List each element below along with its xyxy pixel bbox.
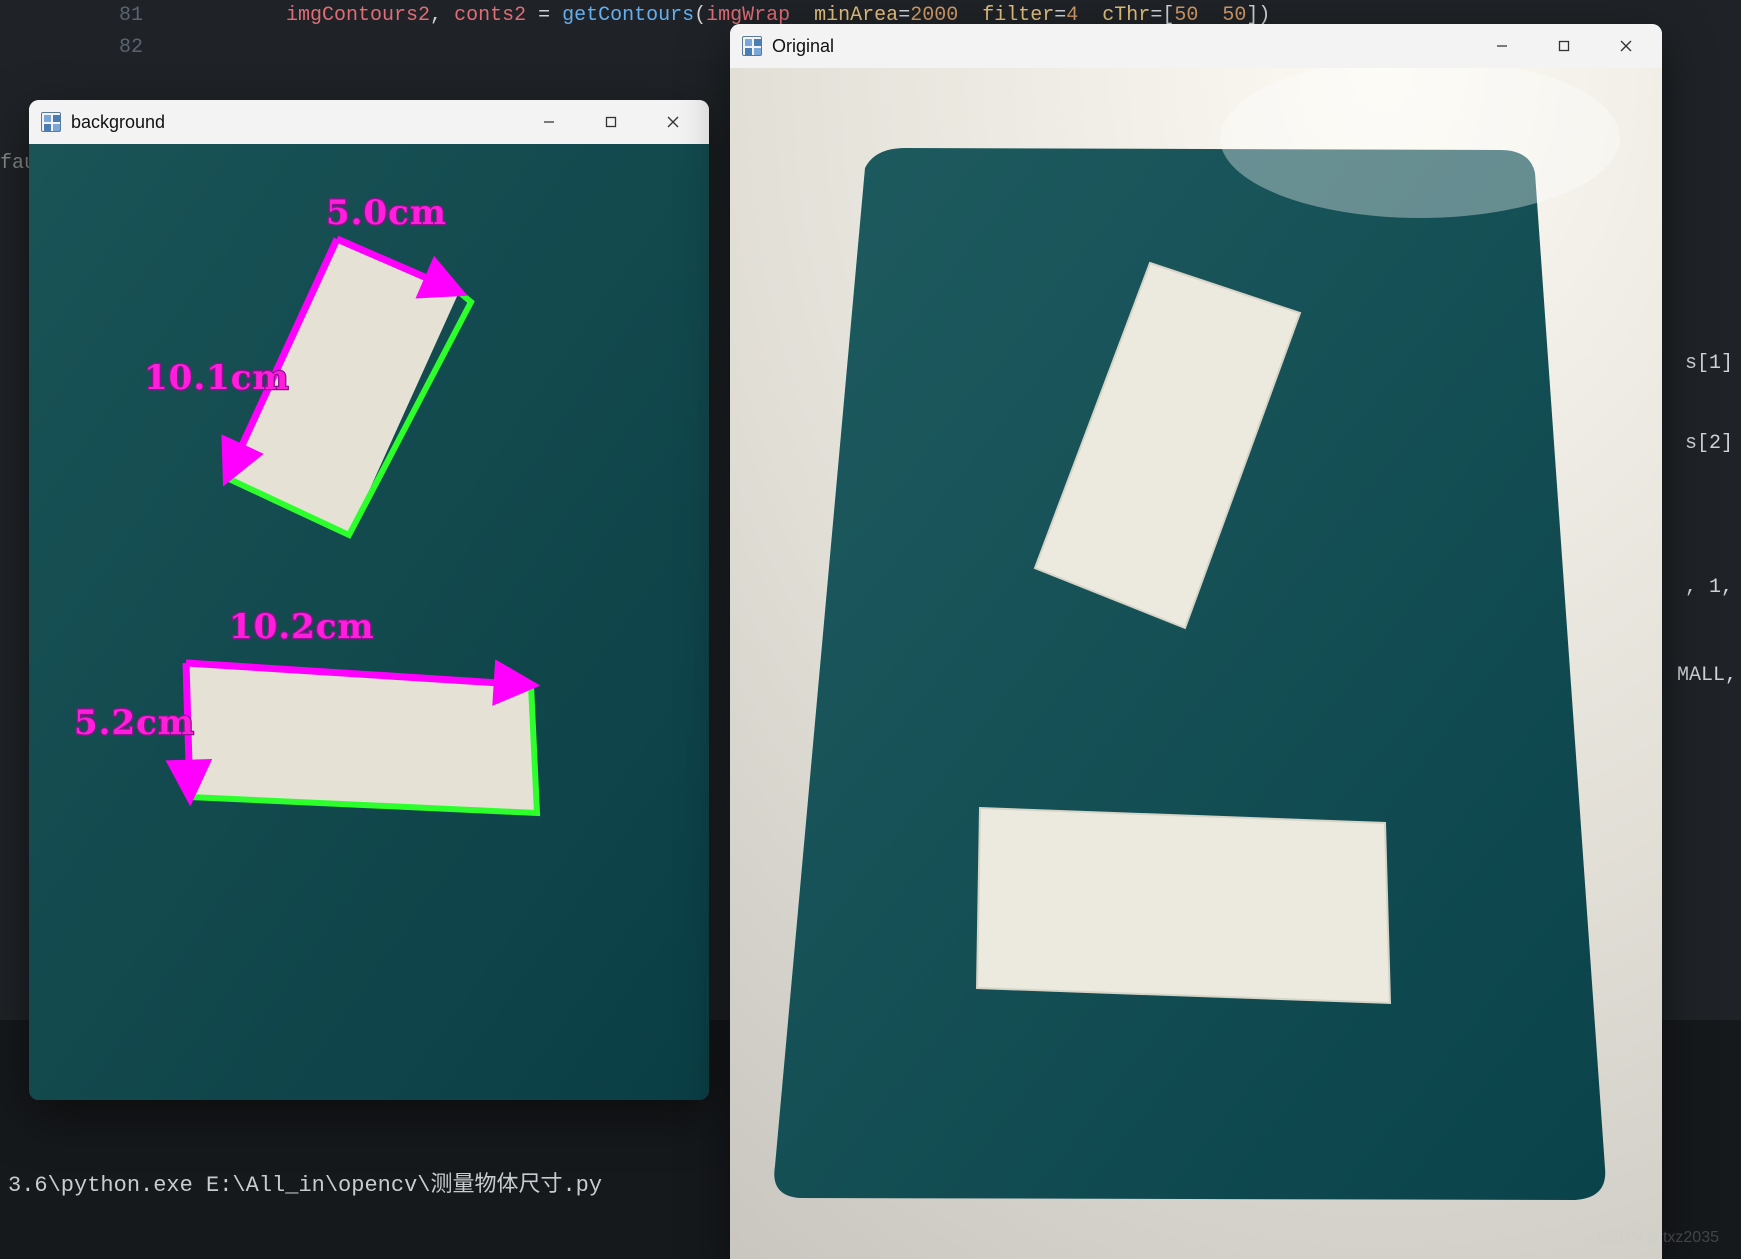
window-title: Original [772,36,834,57]
titlebar-background[interactable]: background [29,100,709,144]
titlebar-original[interactable]: Original [730,24,1662,68]
window-background[interactable]: background [29,100,709,1100]
code-fragment: , 1, [1685,572,1733,604]
watermark: CSDN @txz2035 [1597,1229,1719,1247]
minimize-button[interactable] [1472,28,1532,64]
line-number: 81 [0,0,143,32]
close-button[interactable] [643,104,703,140]
image-canvas-original [730,68,1662,1259]
minimize-button[interactable] [519,104,579,140]
maximize-button[interactable] [581,104,641,140]
maximize-button[interactable] [1534,28,1594,64]
window-title: background [71,112,165,133]
code-fragment: MALL, [1677,660,1737,692]
code-fragment: s[1] [1685,348,1733,380]
line-number: 82 [0,32,143,64]
measure-width-2: 10.2cm [229,607,375,647]
code-fragment: s[2] [1685,428,1733,460]
window-original[interactable]: Original [730,24,1662,1259]
measure-width-1: 5.0cm [326,193,447,233]
opencv-app-icon [742,36,762,56]
close-button[interactable] [1596,28,1656,64]
measure-height-1: 10.1cm [144,358,290,398]
opencv-app-icon [41,112,61,132]
image-canvas-background: 5.0cm 10.1cm 10.2cm 5.2cm [29,144,709,1100]
line-number [0,64,143,96]
measure-height-2: 5.2cm [74,703,195,743]
terminal-line: 3.6\python.exe E:\All_in\opencv\测量物体尺寸.p… [8,1173,602,1198]
